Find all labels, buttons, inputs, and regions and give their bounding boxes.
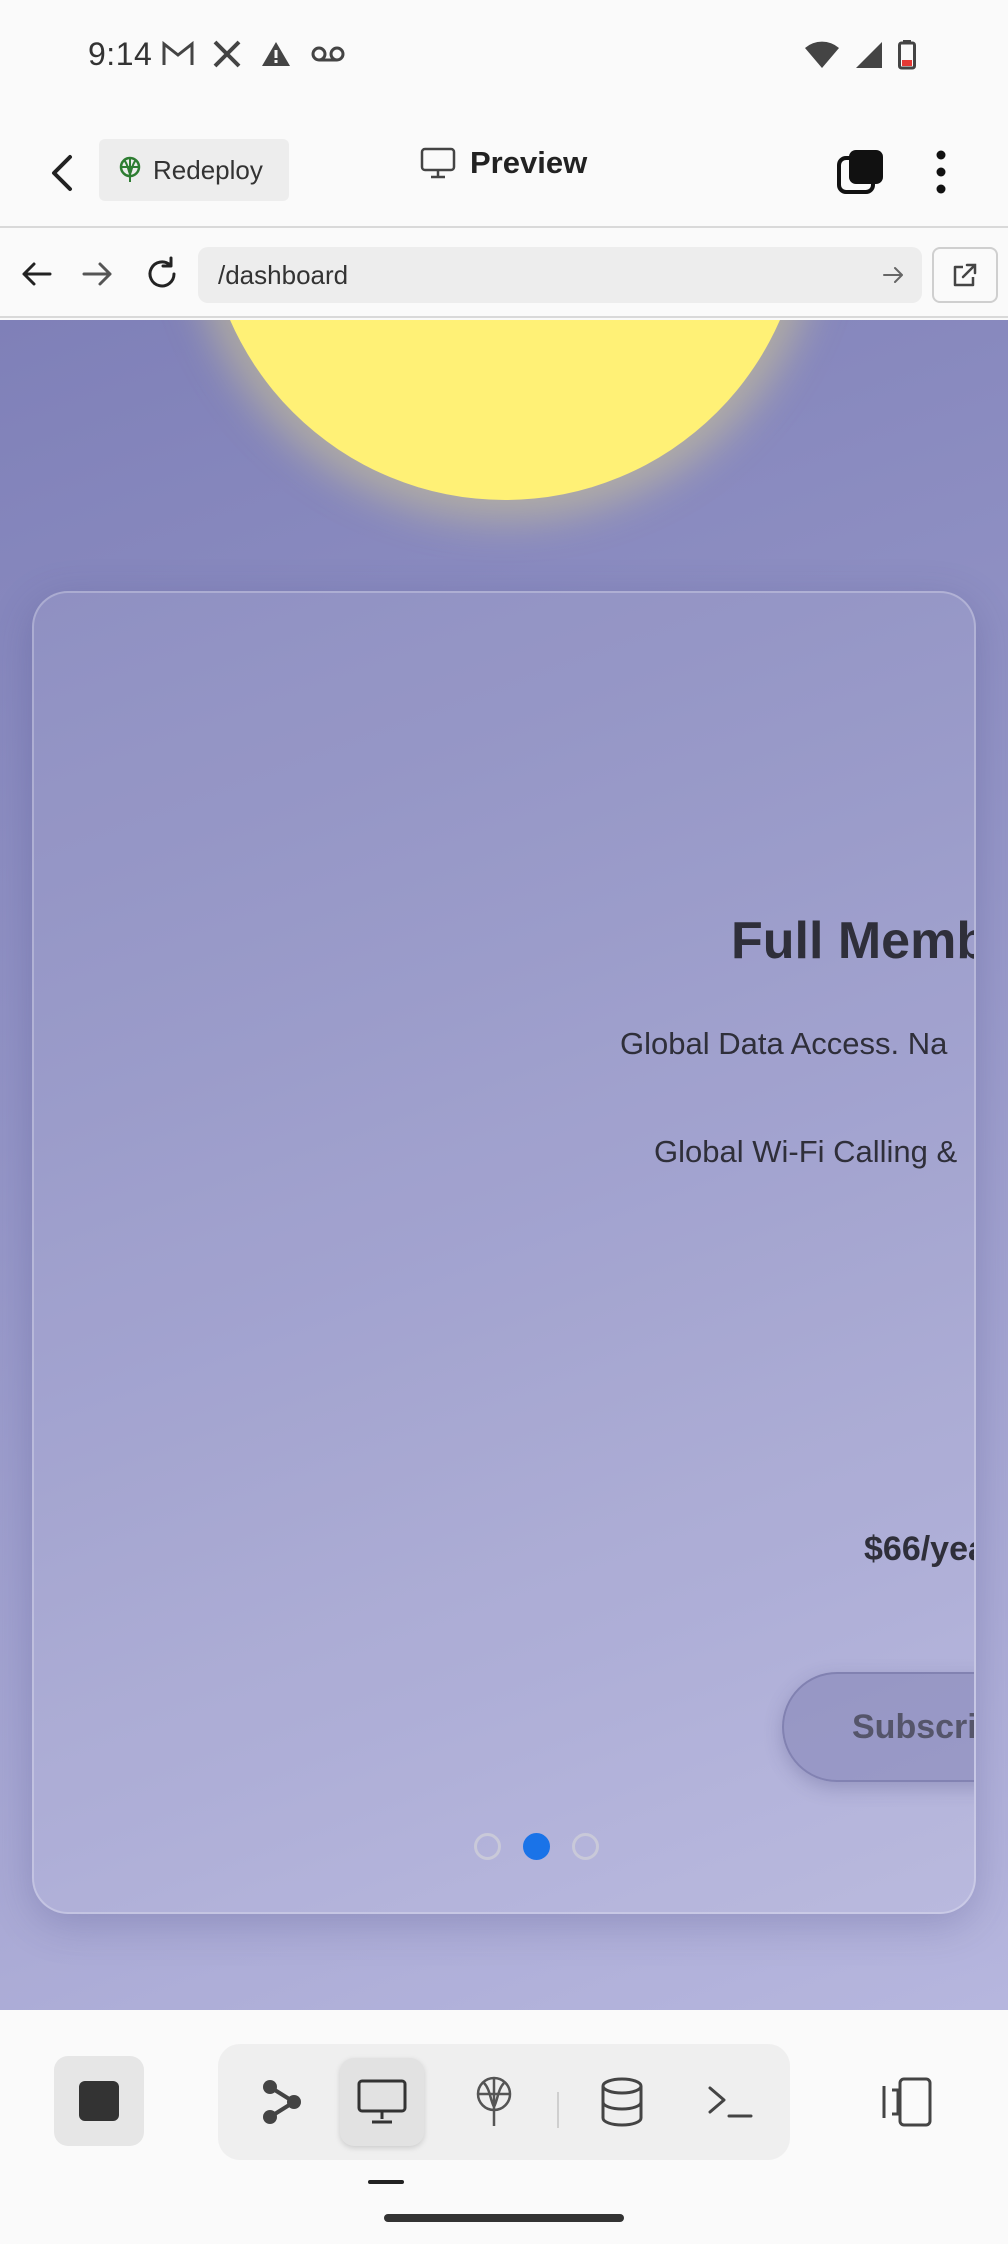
url-text: /dashboard (218, 259, 349, 290)
status-bar: 9:14 (0, 0, 1008, 115)
workflow-button[interactable] (240, 2066, 324, 2138)
carousel-dots (474, 1833, 599, 1860)
monitor-icon (420, 147, 456, 179)
subscribe-label: Subscri (852, 1707, 976, 1746)
plan-title: Full Memb (731, 912, 976, 970)
membership-card: Full Memb Global Data Access. Na Global … (32, 591, 976, 1914)
status-time: 9:14 (88, 36, 153, 72)
app-header: Redeploy Preview (0, 115, 1008, 228)
warning-icon (262, 42, 290, 66)
redeploy-button[interactable]: Redeploy (99, 139, 289, 201)
stop-icon (79, 2081, 119, 2121)
deploy-icon (476, 2076, 512, 2126)
carousel-dot[interactable] (572, 1833, 599, 1860)
back-arrow-icon[interactable] (14, 252, 58, 296)
tabs-icon[interactable] (836, 147, 886, 197)
external-link-icon (953, 263, 977, 287)
url-input[interactable]: /dashboard (198, 247, 922, 303)
plan-feature: Global Wi-Fi Calling & (654, 1134, 958, 1169)
deploy-button[interactable] (452, 2066, 536, 2138)
back-chevron-icon[interactable] (44, 151, 84, 195)
page-title: Preview (470, 145, 588, 180)
deploy-icon (119, 156, 141, 182)
voicemail-icon (311, 46, 345, 62)
preview-viewport: Full Memb Global Data Access. Na Global … (0, 320, 1008, 2010)
redeploy-label: Redeploy (153, 154, 263, 185)
split-view-icon[interactable] (880, 2076, 934, 2128)
toolbar-divider (557, 2092, 559, 2128)
sun-decoration (205, 320, 805, 500)
stop-button[interactable] (54, 2056, 144, 2146)
database-button[interactable] (580, 2066, 664, 2138)
desktop-icon (357, 2079, 407, 2124)
workflow-icon (263, 2080, 301, 2124)
more-options-icon[interactable] (926, 147, 956, 197)
browser-bar: /dashboard (0, 230, 1008, 318)
tool-group (218, 2044, 790, 2160)
database-icon (601, 2077, 643, 2127)
plan-price: $66/yea (864, 1530, 976, 1568)
carousel-dot-active[interactable] (523, 1833, 550, 1860)
reload-icon[interactable] (140, 252, 184, 296)
plan-feature: Global Data Access. Na (620, 1026, 948, 1061)
signal-icon (856, 42, 882, 68)
terminal-button[interactable] (688, 2066, 772, 2138)
wifi-icon (805, 41, 839, 68)
desktop-button[interactable] (340, 2058, 424, 2146)
notification-icons (162, 40, 346, 68)
x-icon (213, 40, 241, 68)
bottom-toolbar (0, 2010, 1008, 2244)
forward-arrow-icon[interactable] (76, 252, 120, 296)
active-tab-indicator (368, 2180, 404, 2184)
terminal-icon (708, 2086, 753, 2118)
home-indicator[interactable] (384, 2214, 624, 2222)
open-external-button[interactable] (932, 247, 998, 303)
carousel-dot[interactable] (474, 1833, 501, 1860)
go-arrow-icon[interactable] (880, 261, 908, 289)
subscribe-button[interactable]: Subscri (782, 1672, 976, 1782)
system-icons (804, 40, 916, 70)
preview-title: Preview (420, 145, 587, 181)
battery-icon (898, 40, 916, 70)
gmail-icon (162, 41, 194, 65)
